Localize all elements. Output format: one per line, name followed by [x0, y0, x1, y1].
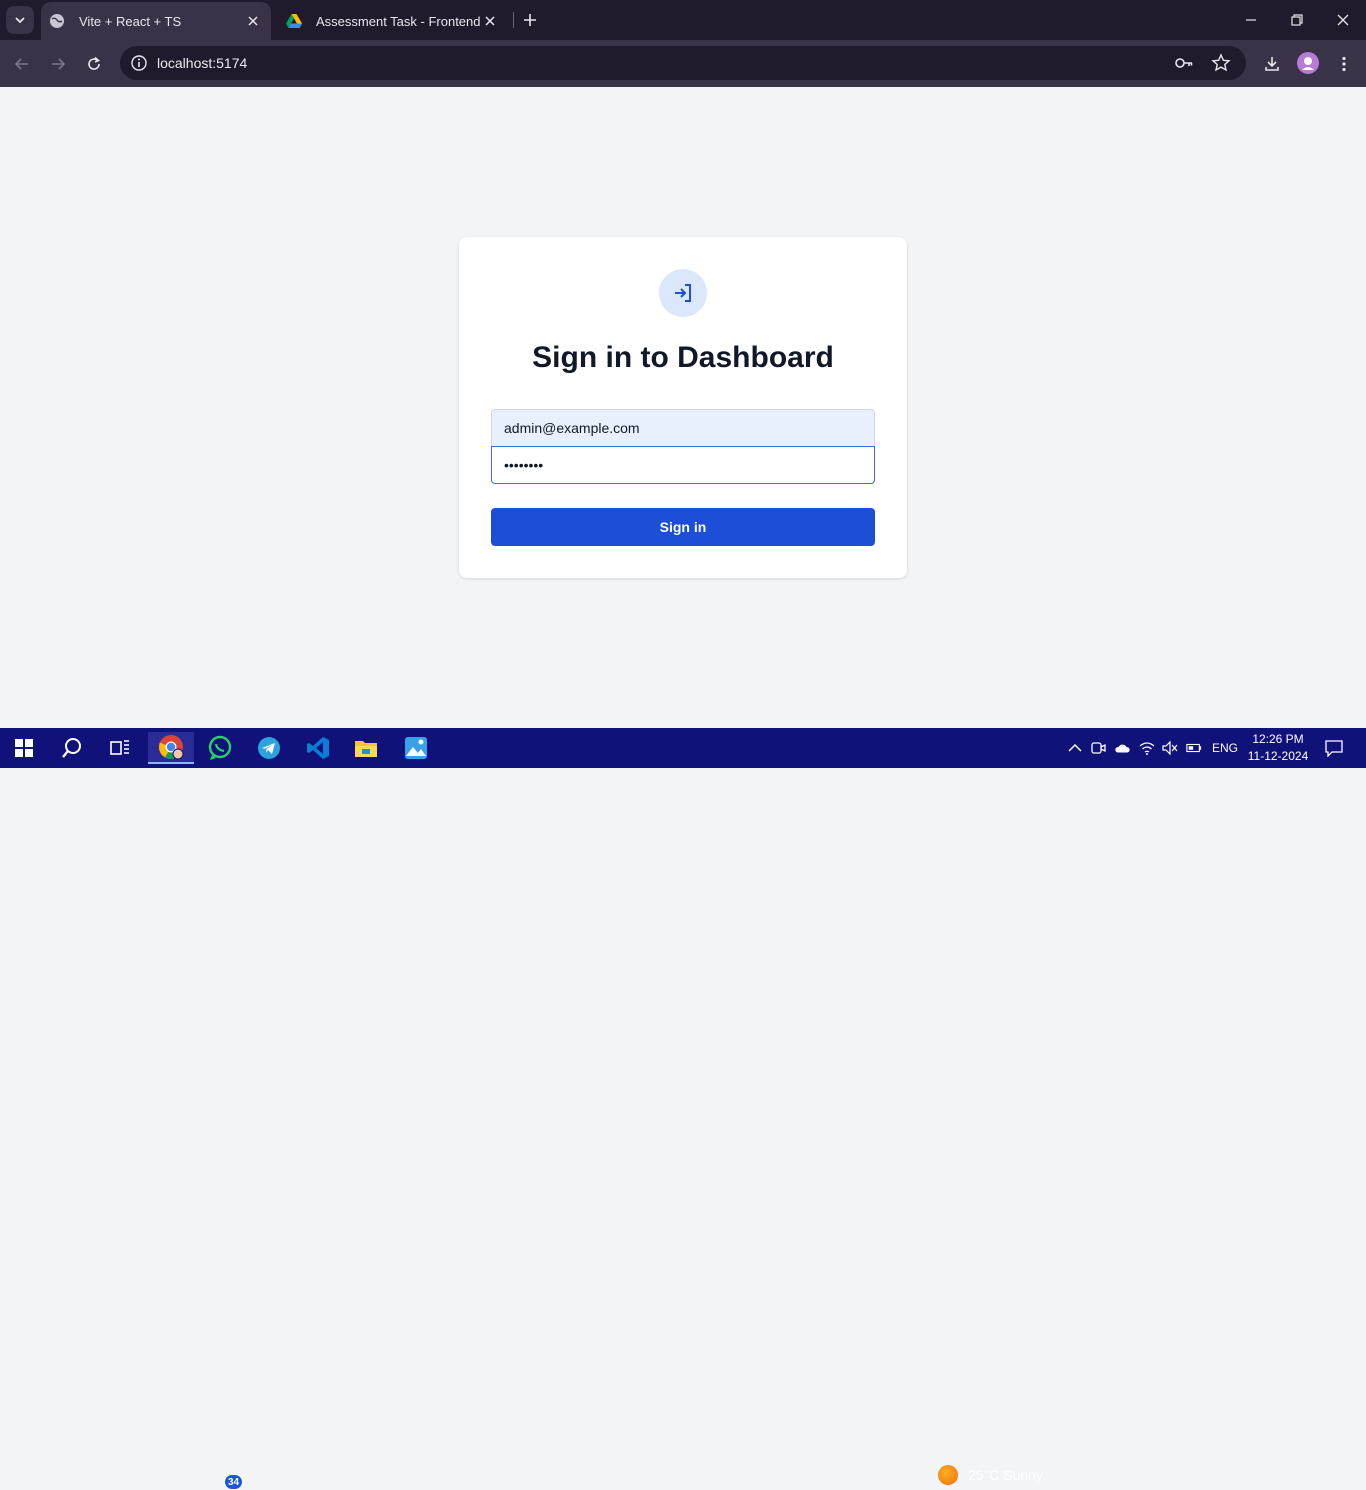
email-field[interactable]: [491, 409, 875, 447]
minimize-button[interactable]: [1241, 10, 1261, 30]
download-icon: [1265, 57, 1279, 71]
profile-avatar[interactable]: [1297, 52, 1319, 74]
show-hidden-icons-button[interactable]: [1067, 740, 1083, 756]
chevron-down-icon: [15, 17, 25, 24]
taskbar-vscode[interactable]: [298, 732, 338, 764]
taskbar-file-explorer[interactable]: [346, 732, 386, 764]
address-bar[interactable]: localhost:5174: [120, 46, 1246, 80]
taskbar-search-button[interactable]: [52, 732, 92, 764]
onedrive-cloud-icon[interactable]: [1114, 740, 1130, 756]
reload-icon: [88, 56, 100, 70]
input-language[interactable]: ENG: [1212, 741, 1238, 755]
meet-now-icon[interactable]: [1090, 740, 1106, 756]
login-card: Sign in to Dashboard Sign in: [459, 237, 907, 578]
close-icon: [1337, 14, 1349, 26]
password-key-icon[interactable]: [1174, 54, 1194, 72]
clock-date: 11-12-2024: [1247, 749, 1309, 763]
address-url: localhost:5174: [157, 55, 248, 71]
battery-icon[interactable]: [1186, 740, 1202, 756]
close-tab-icon[interactable]: [482, 13, 498, 29]
page-content: Sign in to Dashboard Sign in: [0, 87, 1366, 728]
close-tab-icon[interactable]: [245, 13, 261, 29]
sun-icon: [938, 1465, 958, 1485]
task-view-button[interactable]: [100, 732, 140, 764]
taskbar-telegram[interactable]: [249, 732, 289, 764]
search-icon: [62, 738, 81, 758]
forward-button[interactable]: [46, 52, 70, 76]
start-button[interactable]: [4, 732, 44, 764]
windows-start-icon: [15, 739, 33, 757]
minimize-icon: [1246, 19, 1256, 21]
photos-icon: [405, 737, 427, 759]
password-field[interactable]: [491, 446, 875, 484]
wifi-icon[interactable]: [1139, 740, 1155, 756]
bookmark-star-icon[interactable]: [1211, 53, 1231, 73]
avatar-icon: [1302, 57, 1314, 70]
task-view-icon: [110, 740, 129, 755]
chevron-up-icon: [1068, 743, 1082, 752]
weather-widget[interactable]: 25°C Sunny: [938, 1465, 1043, 1485]
chrome-icon: [159, 735, 184, 760]
taskbar-photos[interactable]: [396, 732, 436, 764]
tab-search-button[interactable]: [6, 6, 34, 34]
reload-button[interactable]: [82, 52, 106, 76]
system-clock[interactable]: 12:26 PM 11-12-2024: [1246, 731, 1310, 765]
clock-time: 12:26 PM: [1252, 732, 1304, 746]
sign-in-icon: [675, 284, 691, 302]
globe-icon: [49, 13, 65, 29]
file-explorer-icon: [355, 741, 377, 757]
browser-title-bar: Vite + React + TS Assessment Task - Fron…: [0, 0, 1366, 40]
arrow-left-icon: [14, 58, 28, 70]
telegram-icon: [258, 737, 280, 759]
more-vertical-icon: [1342, 56, 1346, 72]
browser-menu-button[interactable]: [1332, 52, 1356, 76]
notification-icon: [1325, 740, 1343, 757]
downloads-button[interactable]: [1260, 52, 1284, 76]
browser-toolbar: localhost:5174: [0, 40, 1366, 87]
taskbar-chrome[interactable]: [148, 732, 194, 764]
notifications-button[interactable]: [1325, 739, 1343, 757]
taskbar-whatsapp[interactable]: [200, 732, 240, 764]
arrow-right-icon: [52, 58, 66, 70]
restore-button[interactable]: [1287, 10, 1307, 30]
whatsapp-unread-badge: 34: [224, 1474, 244, 1490]
close-window-button[interactable]: [1333, 10, 1353, 30]
vscode-icon: [307, 737, 329, 759]
google-drive-icon: [286, 13, 302, 29]
whatsapp-icon: [208, 735, 232, 760]
login-title: Sign in to Dashboard: [532, 341, 834, 374]
tab-title: Assessment Task - Frontend De: [316, 13, 481, 29]
restore-icon: [1291, 14, 1303, 26]
sign-in-icon-badge: [659, 269, 707, 317]
plus-icon: [524, 14, 536, 26]
back-button[interactable]: [10, 52, 34, 76]
tab-title: Vite + React + TS: [79, 13, 182, 29]
tab-assessment-task[interactable]: Assessment Task - Frontend De: [278, 2, 508, 40]
site-info-icon[interactable]: [130, 54, 148, 72]
weather-text: 25°C Sunny: [968, 1467, 1043, 1483]
new-tab-button[interactable]: [520, 10, 540, 30]
sign-in-button[interactable]: Sign in: [491, 508, 875, 546]
tab-divider: [513, 12, 514, 28]
volume-muted-icon[interactable]: [1162, 740, 1178, 756]
tab-vite-react[interactable]: Vite + React + TS: [41, 2, 271, 40]
